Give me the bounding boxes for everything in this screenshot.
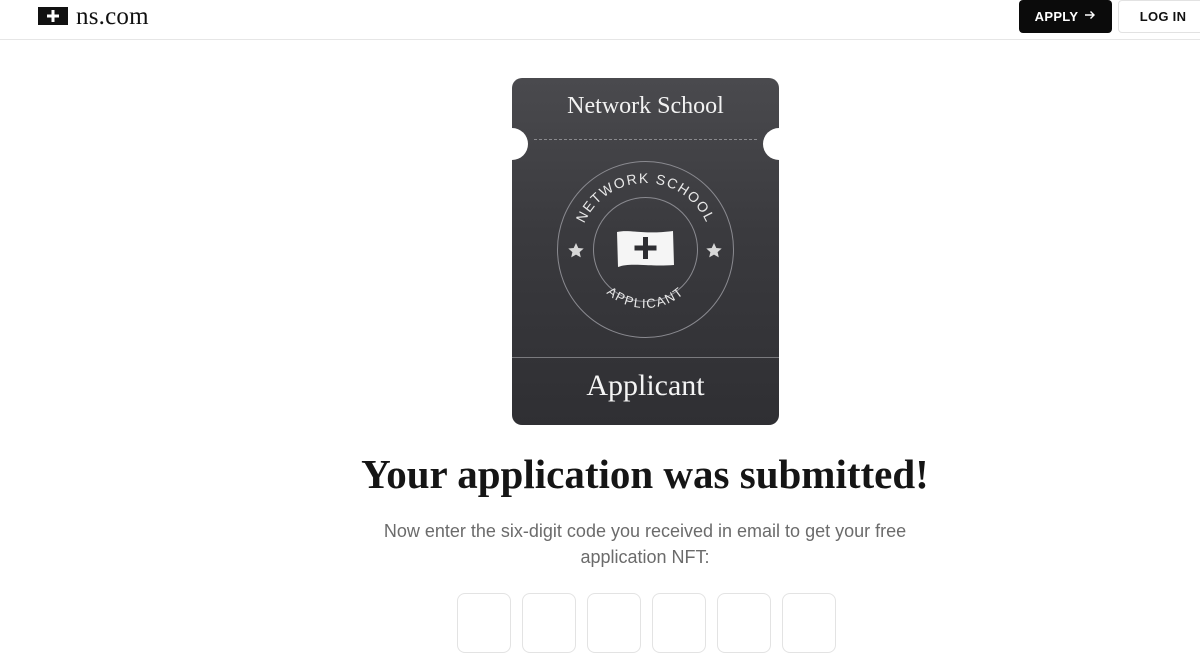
ticket-title: Network School: [567, 93, 724, 119]
ticket-dashed-separator: [534, 139, 757, 140]
code-instructions: Now enter the six-digit code you receive…: [383, 521, 907, 567]
star-left-icon: [568, 243, 584, 258]
ticket-notch-left: [512, 128, 528, 160]
ticket-divider: [512, 357, 779, 358]
star-right-icon: [706, 243, 722, 258]
home-logo-link[interactable]: ns.com: [38, 2, 149, 30]
ticket-notch-right: [763, 128, 779, 160]
code-digit-input-4[interactable]: [652, 593, 706, 653]
apply-button-label: APPLY: [1034, 9, 1079, 24]
seal-bottom-text: APPLICANT: [604, 284, 686, 312]
network-school-seal: NETWORK SCHOOL APPLICANT: [557, 161, 734, 338]
code-digit-input-1[interactable]: [457, 593, 511, 653]
login-button[interactable]: LOG IN: [1118, 0, 1200, 33]
plus-flag-icon: [38, 7, 68, 25]
applicant-ticket-card: Network School NETWORK SCHOOL APPLICANT …: [512, 78, 779, 425]
code-digit-input-3[interactable]: [587, 593, 641, 653]
plus-flag-icon: [617, 231, 674, 267]
verification-code-inputs: [457, 593, 836, 653]
ticket-footer-label: Applicant: [586, 369, 705, 402]
login-button-label: LOG IN: [1139, 9, 1187, 24]
code-digit-input-6[interactable]: [782, 593, 836, 653]
code-digit-input-5[interactable]: [717, 593, 771, 653]
apply-button[interactable]: APPLY: [1019, 0, 1112, 33]
site-header: ns.com APPLY LOG IN: [0, 0, 1200, 40]
code-digit-input-2[interactable]: [522, 593, 576, 653]
logo-text: ns.com: [76, 2, 149, 30]
arrow-right-icon: [1084, 9, 1096, 24]
page-title: Your application was submitted!: [361, 451, 929, 497]
